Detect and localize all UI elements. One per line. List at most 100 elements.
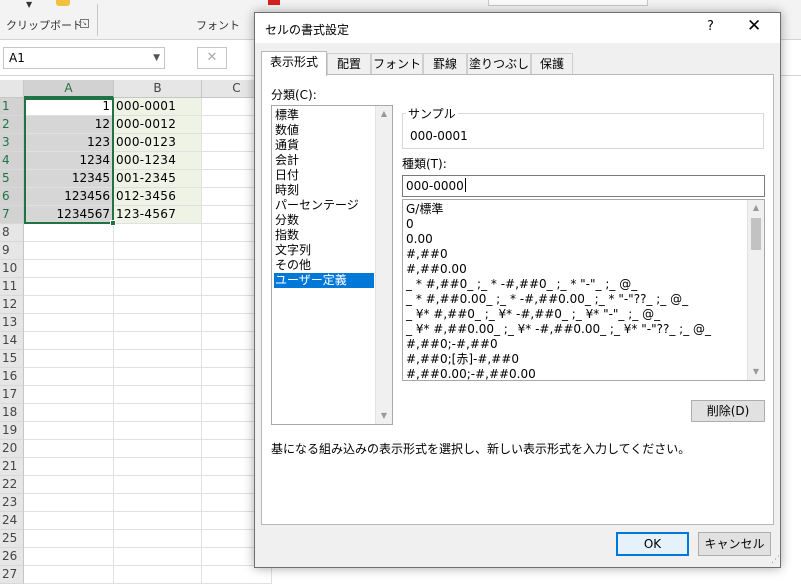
row-header-16[interactable]: 16 xyxy=(0,368,24,386)
cell-c27[interactable] xyxy=(202,566,272,584)
cell-a25[interactable] xyxy=(24,530,114,548)
formula-cancel-button[interactable]: ✕ xyxy=(197,47,227,69)
cell-a6[interactable]: 123456 xyxy=(24,188,114,206)
format-item[interactable]: _ ¥* #,##0_ ;_ ¥* -#,##0_ ;_ ¥* "-"_ ;_ … xyxy=(406,306,660,322)
cell-b27[interactable] xyxy=(114,566,202,584)
format-item[interactable]: #,##0 xyxy=(406,246,448,262)
category-item[interactable]: その他 xyxy=(274,258,374,273)
help-icon[interactable]: ? xyxy=(707,19,714,34)
cell-a22[interactable] xyxy=(24,476,114,494)
cell-a11[interactable] xyxy=(24,278,114,296)
scroll-thumb[interactable] xyxy=(751,218,761,250)
format-item[interactable]: #,##0.00 xyxy=(406,261,467,277)
cell-a5[interactable]: 12345 xyxy=(24,170,114,188)
row-header-24[interactable]: 24 xyxy=(0,512,24,530)
cell-b16[interactable] xyxy=(114,368,202,386)
cell-b20[interactable] xyxy=(114,440,202,458)
name-box[interactable]: A1 ▼ xyxy=(3,47,165,69)
tab-1[interactable]: 表示形式 xyxy=(261,51,327,76)
cell-a27[interactable] xyxy=(24,566,114,584)
type-input[interactable]: 000-0000 xyxy=(402,175,765,197)
row-header-17[interactable]: 17 xyxy=(0,386,24,404)
format-item[interactable]: _ * #,##0.00_ ;_ * -#,##0.00_ ;_ * "-"??… xyxy=(406,291,688,307)
format-item[interactable]: #,##0.00;-#,##0.00 xyxy=(406,366,536,380)
delete-button[interactable]: 削除(D) xyxy=(691,400,765,422)
category-scrollbar[interactable]: ▲ ▼ xyxy=(375,106,392,424)
category-item[interactable]: 会計 xyxy=(274,153,374,168)
cell-a17[interactable] xyxy=(24,386,114,404)
format-item[interactable]: 0.00 xyxy=(406,231,433,247)
row-header-4[interactable]: 4 xyxy=(0,152,24,170)
category-item[interactable]: 通貨 xyxy=(274,138,374,153)
cell-a10[interactable] xyxy=(24,260,114,278)
cell-b24[interactable] xyxy=(114,512,202,530)
cell-b12[interactable] xyxy=(114,296,202,314)
cell-a23[interactable] xyxy=(24,494,114,512)
dialog-titlebar[interactable]: セルの書式設定 ? ✕ xyxy=(255,13,780,43)
cell-b22[interactable] xyxy=(114,476,202,494)
format-item[interactable]: _ * #,##0_ ;_ * -#,##0_ ;_ * "-"_ ;_ @_ xyxy=(406,276,637,292)
cell-a3[interactable]: 123 xyxy=(24,134,114,152)
column-header-a[interactable]: A xyxy=(24,80,114,98)
ribbon-partial-button[interactable] xyxy=(488,0,648,6)
fill-handle[interactable] xyxy=(110,220,116,226)
cell-b6[interactable]: 012-3456 xyxy=(114,188,202,206)
tab-2[interactable]: 配置 xyxy=(327,53,371,75)
name-box-dropdown-icon[interactable]: ▼ xyxy=(153,48,160,68)
cell-b7[interactable]: 123-4567 xyxy=(114,206,202,224)
format-painter-icon[interactable] xyxy=(56,0,70,6)
format-item[interactable]: #,##0;-#,##0 xyxy=(406,336,498,352)
tab-6[interactable]: 保護 xyxy=(531,53,573,75)
row-header-21[interactable]: 21 xyxy=(0,458,24,476)
row-header-13[interactable]: 13 xyxy=(0,314,24,332)
category-item[interactable]: 標準 xyxy=(274,108,374,123)
category-item[interactable]: 分数 xyxy=(274,213,374,228)
category-list[interactable]: ▲ ▼ 標準 数値 通貨 会計 日付 時刻 パーセンテージ 分数 指数 文字列 その他 ユーザー定義 xyxy=(271,105,393,425)
row-header-26[interactable]: 26 xyxy=(0,548,24,566)
cancel-button[interactable]: キャンセル xyxy=(698,532,771,556)
cell-a21[interactable] xyxy=(24,458,114,476)
cell-b21[interactable] xyxy=(114,458,202,476)
cell-b9[interactable] xyxy=(114,242,202,260)
row-header-3[interactable]: 3 xyxy=(0,134,24,152)
cell-a7[interactable]: 1234567 xyxy=(24,206,114,224)
cell-a2[interactable]: 12 xyxy=(24,116,114,134)
ok-button[interactable]: OK xyxy=(616,532,689,556)
row-header-1[interactable]: 1 xyxy=(0,98,24,116)
row-header-18[interactable]: 18 xyxy=(0,404,24,422)
row-header-23[interactable]: 23 xyxy=(0,494,24,512)
cell-a1[interactable]: 1 xyxy=(24,98,114,116)
cell-a12[interactable] xyxy=(24,296,114,314)
row-header-12[interactable]: 12 xyxy=(0,296,24,314)
row-header-10[interactable]: 10 xyxy=(0,260,24,278)
category-item[interactable]: 数値 xyxy=(274,123,374,138)
cell-b3[interactable]: 000-0123 xyxy=(114,134,202,152)
cell-b14[interactable] xyxy=(114,332,202,350)
row-header-22[interactable]: 22 xyxy=(0,476,24,494)
column-header-b[interactable]: B xyxy=(114,80,202,98)
format-list[interactable]: ▲ ▼ G/標準 0 0.00 #,##0 #,##0.00 _ * #,##0_ ;_ … xyxy=(402,199,765,381)
cell-a24[interactable] xyxy=(24,512,114,530)
row-header-20[interactable]: 20 xyxy=(0,440,24,458)
format-item[interactable]: 0 xyxy=(406,216,414,232)
row-header-9[interactable]: 9 xyxy=(0,242,24,260)
category-item[interactable]: 指数 xyxy=(274,228,374,243)
cell-b26[interactable] xyxy=(114,548,202,566)
cell-a19[interactable] xyxy=(24,422,114,440)
clipboard-launcher-icon[interactable]: ↘ xyxy=(80,19,89,28)
cell-a4[interactable]: 1234 xyxy=(24,152,114,170)
cell-b4[interactable]: 000-1234 xyxy=(114,152,202,170)
cell-b11[interactable] xyxy=(114,278,202,296)
cell-b15[interactable] xyxy=(114,350,202,368)
format-item[interactable]: _ ¥* #,##0.00_ ;_ ¥* -#,##0.00_ ;_ ¥* "-… xyxy=(406,321,711,337)
cell-a14[interactable] xyxy=(24,332,114,350)
scroll-up-icon[interactable]: ▲ xyxy=(376,106,392,122)
format-item[interactable]: #,##0;[赤]-#,##0 xyxy=(406,351,519,367)
category-item[interactable]: 日付 xyxy=(274,168,374,183)
category-item[interactable]: 時刻 xyxy=(274,183,374,198)
row-header-15[interactable]: 15 xyxy=(0,350,24,368)
cell-b17[interactable] xyxy=(114,386,202,404)
row-header-11[interactable]: 11 xyxy=(0,278,24,296)
resize-grip-icon[interactable]: ⋰ xyxy=(771,555,780,565)
row-header-14[interactable]: 14 xyxy=(0,332,24,350)
